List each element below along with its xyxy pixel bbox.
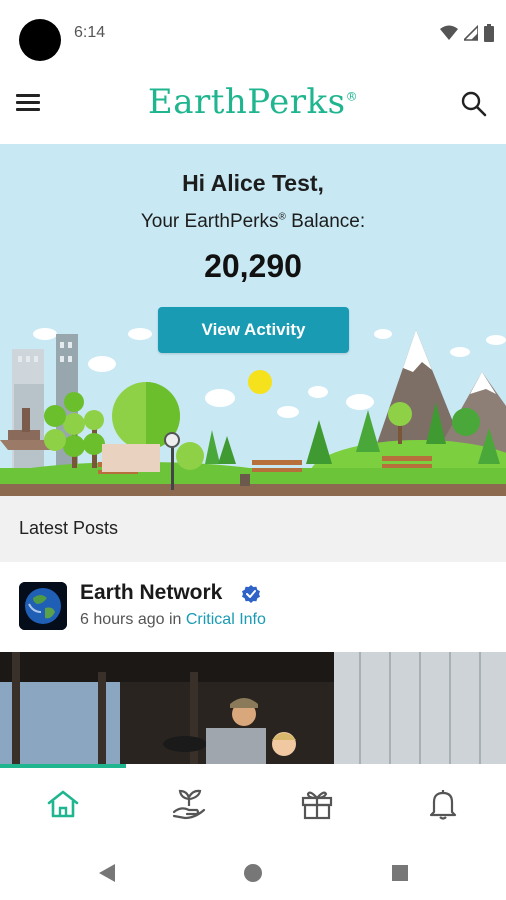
system-recents-button[interactable] — [385, 858, 415, 888]
brand-registered-mark: ® — [345, 89, 359, 104]
post-card[interactable]: Earth Network 6 hours ago in Critical In… — [0, 562, 506, 764]
battery-icon — [484, 24, 494, 42]
bottom-navigation — [0, 764, 506, 844]
wifi-icon — [440, 25, 458, 40]
brand-name: EarthPerks — [147, 82, 346, 122]
verified-badge-icon — [242, 585, 260, 603]
balance-label-prefix: Your EarthPerks — [140, 211, 279, 232]
greeting-text: Hi Alice Test, — [182, 170, 324, 196]
status-time: 6:14 — [74, 24, 106, 41]
signal-icon — [464, 25, 478, 41]
nav-actions[interactable] — [126, 782, 252, 826]
nav-notifications[interactable] — [380, 782, 506, 826]
post-meta: 6 hours ago in Critical Info — [80, 611, 266, 629]
post-photo — [0, 652, 506, 764]
app-logo: EarthPerks® — [0, 82, 506, 122]
system-back-button[interactable] — [92, 858, 122, 888]
active-tab-indicator — [0, 764, 126, 768]
system-navigation-bar — [0, 844, 506, 900]
latest-posts-header: Latest Posts — [0, 496, 506, 562]
post-author[interactable]: Earth Network — [80, 581, 222, 605]
balance-value: 20,290 — [204, 248, 302, 284]
home-icon — [47, 790, 79, 818]
search-icon[interactable] — [460, 90, 488, 118]
balance-label-mark: ® — [278, 211, 286, 223]
back-triangle-icon — [99, 864, 115, 882]
earth-globe-icon — [19, 582, 67, 630]
camera-cutout — [19, 19, 61, 61]
recents-square-icon — [392, 865, 408, 881]
nav-rewards[interactable] — [254, 782, 380, 826]
app-bar: EarthPerks® — [0, 66, 506, 145]
balance-label-suffix: Balance: — [285, 211, 366, 232]
plant-in-hand-icon — [172, 789, 206, 820]
bell-icon — [429, 790, 457, 820]
post-image[interactable] — [0, 652, 506, 764]
author-avatar[interactable] — [19, 582, 67, 630]
balance-hero: Hi Alice Test, Your EarthPerks® Balance:… — [0, 144, 506, 496]
home-circle-icon — [244, 864, 262, 882]
nav-home[interactable] — [0, 782, 126, 826]
status-icons — [440, 24, 494, 42]
post-category-link[interactable]: Critical Info — [186, 611, 266, 628]
balance-label: Your EarthPerks® Balance: — [0, 211, 506, 233]
system-home-button[interactable] — [238, 858, 268, 888]
post-time: 6 hours ago in — [80, 611, 186, 628]
gift-icon — [301, 791, 333, 820]
status-bar: 6:14 — [0, 0, 506, 66]
view-activity-button[interactable]: View Activity — [158, 307, 349, 353]
section-title: Latest Posts — [19, 518, 119, 538]
